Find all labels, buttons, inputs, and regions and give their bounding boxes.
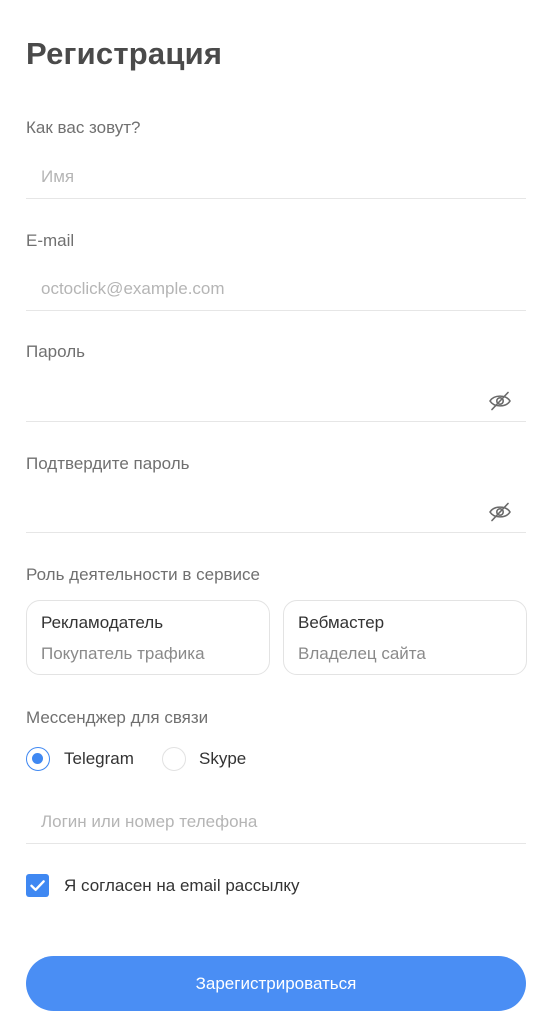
radio-skype[interactable] — [162, 747, 186, 771]
confirm-password-input[interactable] — [41, 497, 481, 525]
confirm-password-label: Подтвердите пароль — [26, 454, 190, 473]
role-card-webmaster[interactable]: Вебмастер Владелец сайта — [283, 600, 527, 675]
role-title: Вебмастер — [298, 613, 385, 632]
role-subtitle: Покупатель трафика — [41, 644, 205, 663]
radio-skype-label[interactable]: Skype — [199, 749, 246, 769]
role-label: Роль деятельности в сервисе — [26, 565, 261, 584]
role-card-advertiser[interactable]: Рекламодатель Покупатель трафика — [26, 600, 270, 675]
name-input[interactable] — [41, 163, 481, 191]
messenger-label: Мессенджер для связи — [26, 708, 209, 727]
eye-off-icon[interactable] — [488, 390, 512, 412]
messenger-login-input[interactable] — [41, 808, 481, 836]
radio-telegram[interactable] — [26, 747, 50, 771]
consent-label[interactable]: Я согласен на email рассылку — [64, 876, 300, 896]
name-field-container — [26, 155, 526, 199]
register-button[interactable]: Зарегистрироваться — [26, 956, 526, 1011]
role-subtitle: Владелец сайта — [298, 644, 426, 663]
consent-checkbox[interactable] — [26, 874, 49, 897]
messenger-login-field-container — [26, 800, 526, 844]
password-input[interactable] — [41, 386, 481, 414]
radio-telegram-label[interactable]: Telegram — [64, 749, 134, 769]
email-field-container — [26, 267, 526, 311]
role-title: Рекламодатель — [41, 613, 164, 632]
confirm-password-field-container — [26, 489, 526, 533]
page-title: Регистрация — [26, 36, 223, 71]
password-field-container — [26, 378, 526, 422]
checkmark-icon — [30, 880, 45, 891]
email-label: E-mail — [26, 231, 75, 250]
eye-off-icon[interactable] — [488, 501, 512, 523]
email-input[interactable] — [41, 275, 481, 303]
password-label: Пароль — [26, 342, 85, 361]
name-label: Как вас зовут? — [26, 118, 141, 137]
